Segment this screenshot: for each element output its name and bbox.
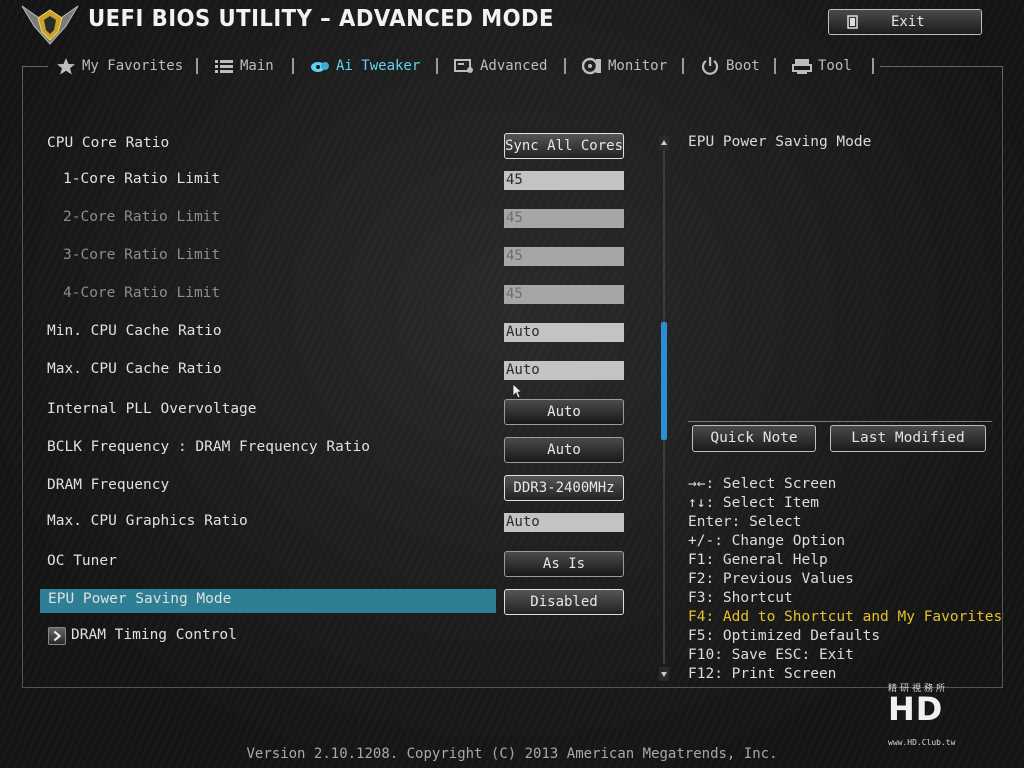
setting-label-internal-pll-overvoltage[interactable]: Internal PLL Overvoltage [47,401,257,417]
version-footer: Version 2.10.1208. Copyright (C) 2013 Am… [246,746,778,762]
tab-separator [196,58,198,74]
scrollbar-thumb[interactable] [661,322,667,440]
watermark-logo: HD [888,693,943,725]
tab-separator [292,58,294,74]
key-print-screen: F12: Print Screen [688,666,837,682]
setting-label-2-core-ratio-limit: 2-Core Ratio Limit [63,209,221,225]
key-select-screen: →←: Select Screen [688,476,837,492]
advanced-icon [454,57,474,75]
watermark-url: www.HD.Club.tw [888,738,956,747]
tab-separator [682,58,684,74]
tab-label: Boot [726,58,760,74]
cpu-core-ratio-button[interactable]: Sync All Cores [504,133,624,159]
4-core-ratio-limit-field: 45 [504,285,624,304]
3-core-ratio-limit-field: 45 [504,247,624,266]
setting-label-cpu-core-ratio[interactable]: CPU Core Ratio [47,135,169,151]
tool-icon [792,57,812,75]
tab-label: My Favorites [82,58,184,74]
star-icon [56,57,76,75]
key-add-to-shortcut: F4: Add to Shortcut and My Favorites [688,609,1003,625]
1-core-ratio-limit-field[interactable]: 45 [504,171,624,190]
scroll-up-arrow-icon[interactable] [659,135,669,150]
key-previous-values: F2: Previous Values [688,571,854,587]
setting-label-max-cpu-cache-ratio[interactable]: Max. CPU Cache Ratio [47,361,222,377]
monitor-icon [581,57,602,75]
help-title: EPU Power Saving Mode [688,134,872,150]
scroll-down-arrow-icon[interactable] [659,666,669,681]
tab-label: Ai Tweaker [336,58,421,74]
epu-power-saving-mode-button[interactable]: Disabled [504,589,624,615]
tab-separator [564,58,566,74]
key-shortcut: F3: Shortcut [688,590,793,606]
key-change-option: +/-: Change Option [688,533,846,549]
power-icon [700,57,720,75]
max-cpu-cache-ratio-field[interactable]: Auto [504,361,624,380]
tab-main[interactable]: Main [214,57,274,79]
submenu-arrow-icon[interactable] [48,627,66,645]
setting-label-max-cpu-graphics-ratio[interactable]: Max. CPU Graphics Ratio [47,513,248,529]
tab-monitor[interactable]: Monitor [581,57,668,79]
tab-label: Advanced [480,58,548,74]
tab-separator [774,58,776,74]
mouse-cursor-icon [512,383,523,399]
setting-label-3-core-ratio-limit: 3-Core Ratio Limit [63,247,221,263]
internal-pll-overvoltage-button[interactable]: Auto [504,399,624,425]
tab-label: Main [240,58,274,74]
key-general-help: F1: General Help [688,552,828,568]
exit-label: Exit [891,14,925,30]
key-optimized-defaults: F5: Optimized Defaults [688,628,881,644]
tab-ai-tweaker[interactable]: Ai Tweaker [310,57,420,79]
page-title: UEFI BIOS UTILITY – ADVANCED MODE [88,6,554,32]
tab-tool[interactable]: Tool [792,57,852,79]
help-divider [688,421,992,422]
key-select-item: ↑↓: Select Item [688,495,819,511]
oc-tuner-button[interactable]: As Is [504,551,624,577]
last-modified-button[interactable]: Last Modified [830,425,986,452]
tab-boot[interactable]: Boot [700,57,760,79]
tab-advanced[interactable]: Advanced [454,57,547,79]
tuf-logo-icon [20,2,80,46]
watermark-logo-text: HD [888,690,944,728]
quick-note-button[interactable]: Quick Note [692,425,816,452]
tab-my-favorites[interactable]: My Favorites [56,57,183,79]
key-save-exit: F10: Save ESC: Exit [688,647,854,663]
list-icon [214,57,234,75]
tweaker-icon [310,57,330,75]
key-enter-select: Enter: Select [688,514,802,530]
setting-label-4-core-ratio-limit: 4-Core Ratio Limit [63,285,221,301]
tab-label: Tool [818,58,852,74]
tab-separator [872,58,874,74]
setting-label-dram-frequency[interactable]: DRAM Frequency [47,477,169,493]
setting-label-dram-timing-control[interactable]: DRAM Timing Control [71,627,237,643]
tab-separator [436,58,438,74]
setting-label-1-core-ratio-limit[interactable]: 1-Core Ratio Limit [63,171,220,187]
exit-door-icon [847,15,859,29]
nav-tabs: My Favorites Main Ai Tweaker Advanced Mo… [22,54,1003,80]
key-legend: →←: Select Screen ↑↓: Select Item Enter:… [688,475,1002,684]
tab-label: Monitor [608,58,668,74]
max-cpu-graphics-ratio-field[interactable]: Auto [504,513,624,532]
setting-label-bclk-dram-ratio[interactable]: BCLK Frequency : DRAM Frequency Ratio [47,439,370,455]
bclk-dram-ratio-button[interactable]: Auto [504,437,624,463]
2-core-ratio-limit-field: 45 [504,209,624,228]
setting-label-oc-tuner[interactable]: OC Tuner [47,553,117,569]
setting-label-min-cpu-cache-ratio[interactable]: Min. CPU Cache Ratio [47,323,222,339]
min-cpu-cache-ratio-field[interactable]: Auto [504,323,624,342]
setting-label-epu-power-saving-mode[interactable]: EPU Power Saving Mode [48,591,231,607]
dram-frequency-button[interactable]: DDR3-2400MHz [504,475,624,501]
exit-button[interactable]: Exit [828,9,982,35]
